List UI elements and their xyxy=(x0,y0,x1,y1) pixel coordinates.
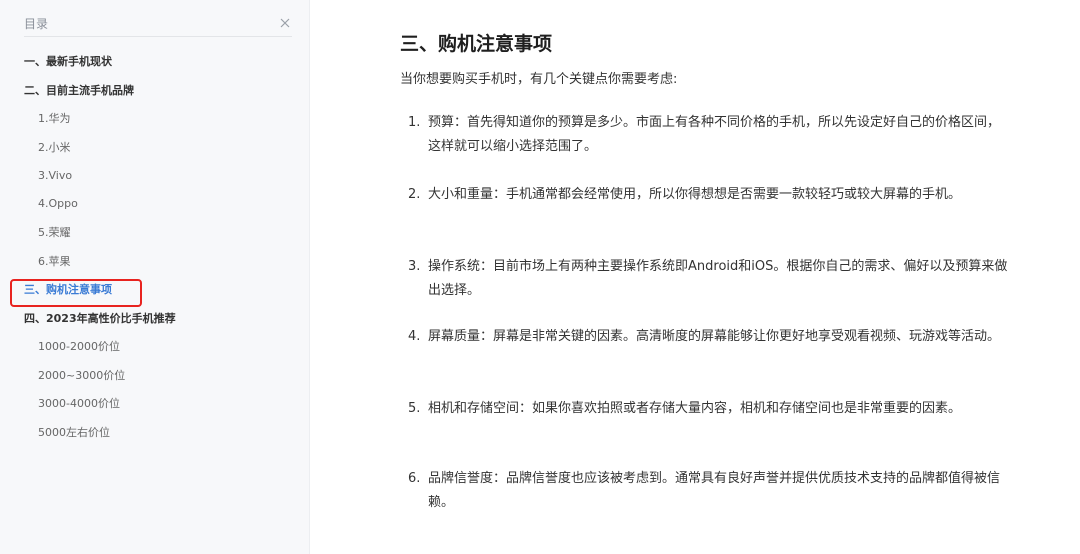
list-item: 2. 大小和重量：手机通常都会经常使用，所以你得想想是否需要一款较轻巧或较大屏幕… xyxy=(408,183,1008,207)
toc-header: 目录 xyxy=(24,11,292,35)
list-item: 5. 相机和存储空间：如果你喜欢拍照或者存储大量内容，相机和存储空间也是非常重要… xyxy=(408,397,1008,421)
toc-item-label: 2000~3000价位 xyxy=(38,368,126,382)
list-text: 屏幕质量：屏幕是非常关键的因素。高清晰度的屏幕能够让你更好地享受观看视频、玩游戏… xyxy=(428,329,1001,344)
toc-item-honor[interactable]: 5.荣耀 xyxy=(24,218,292,247)
app: 目录 一、最新手机现状 二、目前主流手机品牌 1.华为 2.小米 3.Vivo … xyxy=(0,0,1080,554)
toc-item-vivo[interactable]: 3.Vivo xyxy=(24,161,292,190)
toc-list: 一、最新手机现状 二、目前主流手机品牌 1.华为 2.小米 3.Vivo 4.O… xyxy=(10,47,292,447)
list-number: 6. xyxy=(408,471,421,486)
toc-item-label: 3000-4000价位 xyxy=(38,397,120,411)
list-number: 3. xyxy=(408,259,421,274)
list-item: 6. 品牌信誉度：品牌信誉度也应该被考虑到。通常具有良好声誉并提供优质技术支持的… xyxy=(408,467,1008,515)
list-number: 1. xyxy=(408,115,421,130)
list-item: 1. 预算：首先得知道你的预算是多少。市面上有各种不同价格的手机，所以先设定好自… xyxy=(408,111,1008,159)
toc-sidebar: 目录 一、最新手机现状 二、目前主流手机品牌 1.华为 2.小米 3.Vivo … xyxy=(0,0,310,554)
toc-item-xiaomi[interactable]: 2.小米 xyxy=(24,133,292,162)
intro-text: 当你想要购买手机时，有几个关键点你需要考虑: xyxy=(400,72,678,87)
toc-item-active-wrap: 三、购机注意事项 xyxy=(10,279,142,308)
article-content: 三、购机注意事项 当你想要购买手机时，有几个关键点你需要考虑: 1. 预算：首先… xyxy=(310,0,1080,554)
toc-item-label: 3.Vivo xyxy=(38,168,73,182)
list-text: 预算：首先得知道你的预算是多少。市面上有各种不同价格的手机，所以先设定好自己的价… xyxy=(428,115,1001,154)
toc-item-apple[interactable]: 6.苹果 xyxy=(24,247,292,276)
toc-item-label: 二、目前主流手机品牌 xyxy=(24,83,134,97)
toc-item-label: 6.苹果 xyxy=(38,254,71,268)
toc-item-price-5000[interactable]: 5000左右价位 xyxy=(24,418,292,447)
toc-item-price-2000-3000[interactable]: 2000~3000价位 xyxy=(24,361,292,390)
toc-item-oppo[interactable]: 4.Oppo xyxy=(24,190,292,219)
toc-item-label: 一、最新手机现状 xyxy=(24,55,112,69)
list-number: 2. xyxy=(408,187,421,202)
toc-item-price-1000-2000[interactable]: 1000-2000价位 xyxy=(24,332,292,361)
list-text: 相机和存储空间：如果你喜欢拍照或者存储大量内容，相机和存储空间也是非常重要的因素… xyxy=(428,401,962,416)
toc-item-buying-notes[interactable]: 三、购机注意事项 xyxy=(10,275,292,308)
list-item: 3. 操作系统：目前市场上有两种主要操作系统即Android和iOS。根据你自己… xyxy=(408,255,1008,303)
list-number: 4. xyxy=(408,329,421,344)
list-number: 5. xyxy=(408,401,421,416)
toc-item-label: 1.华为 xyxy=(38,112,71,126)
toc-item-2023-recommendations[interactable]: 四、2023年高性价比手机推荐 xyxy=(24,304,292,333)
list-text: 品牌信誉度：品牌信誉度也应该被考虑到。通常具有良好声誉并提供优质技术支持的品牌都… xyxy=(428,471,1001,510)
toc-divider xyxy=(24,36,292,37)
toc-item-price-3000-4000[interactable]: 3000-4000价位 xyxy=(24,389,292,418)
list-text: 操作系统：目前市场上有两种主要操作系统即Android和iOS。根据你自己的需求… xyxy=(428,259,1008,298)
toc-item-label: 1000-2000价位 xyxy=(38,340,120,354)
toc-item-label: 4.Oppo xyxy=(38,197,78,211)
close-icon[interactable] xyxy=(278,16,292,30)
list-text: 大小和重量：手机通常都会经常使用，所以你得想想是否需要一款较轻巧或较大屏幕的手机… xyxy=(428,187,962,202)
toc-item-label: 三、购机注意事项 xyxy=(24,283,112,297)
toc-item-label: 四、2023年高性价比手机推荐 xyxy=(24,311,176,325)
toc-item-label: 5.荣耀 xyxy=(38,226,71,240)
toc-item-label: 5000左右价位 xyxy=(38,425,110,439)
toc-title: 目录 xyxy=(24,16,49,31)
list-item: 4. 屏幕质量：屏幕是非常关键的因素。高清晰度的屏幕能够让你更好地享受观看视频、… xyxy=(408,325,1008,349)
toc-item-huawei[interactable]: 1.华为 xyxy=(24,104,292,133)
section-title: 三、购机注意事项 xyxy=(400,33,553,55)
toc-item-label: 2.小米 xyxy=(38,140,71,154)
toc-item-mainstream-brands[interactable]: 二、目前主流手机品牌 xyxy=(24,76,292,105)
toc-item-latest-status[interactable]: 一、最新手机现状 xyxy=(24,47,292,76)
